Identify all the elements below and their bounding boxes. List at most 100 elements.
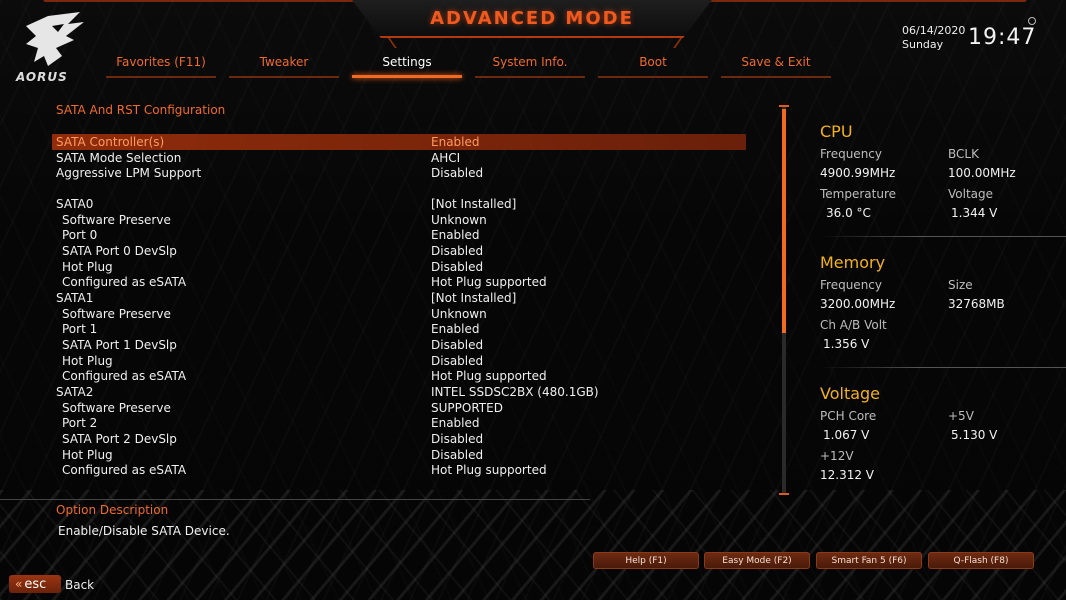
smart-fan-button[interactable]: Smart Fan 5 (F6) — [816, 552, 922, 569]
tab-underline — [598, 76, 708, 78]
setting-row[interactable]: SATA Controller(s) Enabled — [52, 134, 746, 150]
cpu-voltage-value: 1.344 V — [951, 206, 998, 220]
scrollbar-thumb[interactable] — [782, 109, 786, 333]
setting-label: Software Preserve — [62, 401, 171, 415]
tab-label: Tweaker — [259, 55, 309, 69]
setting-value: SUPPORTED — [431, 401, 503, 415]
panel-divider — [820, 367, 1066, 368]
memory-size-value: 32768MB — [948, 297, 1005, 311]
cpu-voltage-label: Voltage — [948, 187, 994, 201]
setting-label: Configured as eSATA — [62, 463, 187, 477]
cpu-bclk-label: BCLK — [948, 147, 979, 161]
setting-value: Enabled — [431, 416, 480, 430]
setting-row[interactable]: Port 0 Enabled — [52, 227, 746, 243]
setting-row[interactable]: Configured as eSATA Hot Plug supported — [52, 368, 746, 384]
setting-row[interactable]: SATA2 INTEL SSDSC2BX (480.1GB) — [52, 384, 746, 400]
gear-icon[interactable] — [1028, 17, 1036, 25]
setting-value: Enabled — [431, 135, 480, 149]
setting-row[interactable]: SATA1 [Not Installed] — [52, 290, 746, 306]
esc-label: esc — [24, 577, 47, 592]
setting-row[interactable]: SATA Mode Selection AHCI — [52, 150, 746, 166]
option-description-title: Option Description — [56, 503, 169, 517]
setting-label: Software Preserve — [62, 307, 171, 321]
pch-core-value: 1.067 V — [823, 428, 870, 442]
cpu-temperature-value: 36.0 °C — [826, 206, 871, 220]
setting-label: SATA Mode Selection — [56, 151, 182, 165]
plus12v-value: 12.312 V — [820, 468, 875, 482]
setting-row[interactable]: Port 2 Enabled — [52, 415, 746, 431]
setting-value: Enabled — [431, 228, 480, 242]
setting-row[interactable]: Software Preserve Unknown — [52, 212, 746, 228]
cpu-frequency-value: 4900.99MHz — [820, 166, 896, 180]
setting-row[interactable]: SATA Port 0 DevSlp Disabled — [52, 243, 746, 259]
date-text: 06/14/2020 — [902, 24, 966, 37]
setting-label: SATA0 — [56, 197, 94, 211]
setting-value: Disabled — [431, 354, 484, 368]
tab-label: Boot — [639, 55, 667, 69]
brand-logo-text: AORUS — [16, 70, 68, 84]
tab-boot[interactable]: Boot — [598, 54, 708, 78]
cpu-frequency-label: Frequency — [820, 147, 882, 161]
setting-label: Hot Plug — [62, 260, 113, 274]
scrollbar-cap-bottom — [779, 493, 789, 495]
setting-value: [Not Installed] — [431, 197, 517, 211]
setting-row[interactable]: Aggressive LPM Support Disabled — [52, 165, 746, 181]
setting-row[interactable]: Hot Plug Disabled — [52, 447, 746, 463]
q-flash-button[interactable]: Q-Flash (F8) — [928, 552, 1034, 569]
tab-underline — [721, 76, 831, 78]
cpu-temperature-label: Temperature — [820, 187, 897, 201]
setting-row[interactable]: Configured as eSATA Hot Plug supported — [52, 274, 746, 290]
setting-row[interactable]: Port 1 Enabled — [52, 321, 746, 337]
option-description-text: Enable/Disable SATA Device. — [58, 524, 230, 538]
easy-mode-button[interactable]: Easy Mode (F2) — [704, 552, 810, 569]
tab-tweaker[interactable]: Tweaker — [229, 54, 339, 78]
tab-underline — [106, 76, 216, 78]
day-text: Sunday — [902, 38, 944, 51]
setting-row[interactable]: SATA Port 2 DevSlp Disabled — [52, 431, 746, 447]
clock-text: 19:47 — [968, 25, 1037, 50]
memory-size-label: Size — [948, 278, 973, 292]
tab-label: Settings — [382, 55, 432, 69]
setting-value: Disabled — [431, 244, 484, 258]
scrollbar[interactable] — [779, 105, 789, 495]
setting-label: SATA Port 0 DevSlp — [62, 244, 177, 258]
datetime: 06/14/2020 Sunday 19:47 — [902, 17, 1036, 52]
setting-row[interactable]: Hot Plug Disabled — [52, 259, 746, 275]
setting-value: Disabled — [431, 432, 484, 446]
setting-row[interactable]: Configured as eSATA Hot Plug supported — [52, 462, 746, 478]
header-decoration-left — [43, 0, 397, 48]
memory-frequency-label: Frequency — [820, 278, 882, 292]
setting-value: Unknown — [431, 307, 487, 321]
setting-value: [Not Installed] — [431, 291, 517, 305]
setting-row[interactable]: Hot Plug Disabled — [52, 353, 746, 369]
tab-save-exit[interactable]: Save & Exit — [721, 54, 831, 78]
voltage-title: Voltage — [820, 384, 881, 403]
setting-row[interactable]: SATA0 [Not Installed] — [52, 196, 746, 212]
tab-underline — [352, 75, 462, 78]
setting-label: Port 2 — [62, 416, 98, 430]
setting-row[interactable]: Software Preserve SUPPORTED — [52, 400, 746, 416]
plus12v-label: +12V — [820, 449, 854, 463]
setting-label: SATA Port 2 DevSlp — [62, 432, 177, 446]
setting-label: SATA Controller(s) — [56, 135, 165, 149]
help-button[interactable]: Help (F1) — [593, 552, 699, 569]
setting-value: Hot Plug supported — [431, 463, 547, 477]
setting-value: Hot Plug supported — [431, 369, 547, 383]
setting-label: Hot Plug — [62, 448, 113, 462]
setting-value: Disabled — [431, 338, 484, 352]
tab-settings[interactable]: Settings — [352, 54, 462, 78]
setting-value: INTEL SSDSC2BX (480.1GB) — [431, 385, 599, 399]
tab-system-info[interactable]: System Info. — [475, 54, 585, 78]
setting-label: Configured as eSATA — [62, 275, 187, 289]
plus5v-label: +5V — [948, 409, 974, 423]
esc-button[interactable]: «esc — [9, 575, 61, 593]
tab-favorites[interactable]: Favorites (F11) — [106, 54, 216, 78]
double-chevron-left-icon: « — [15, 577, 23, 591]
description-divider — [0, 499, 590, 500]
setting-label: Configured as eSATA — [62, 369, 187, 383]
tab-label: System Info. — [492, 55, 568, 69]
memory-chab-volt-value: 1.356 V — [823, 337, 870, 351]
setting-row[interactable]: SATA Port 1 DevSlp Disabled — [52, 337, 746, 353]
setting-row[interactable]: Software Preserve Unknown — [52, 306, 746, 322]
tab-underline — [229, 76, 339, 78]
